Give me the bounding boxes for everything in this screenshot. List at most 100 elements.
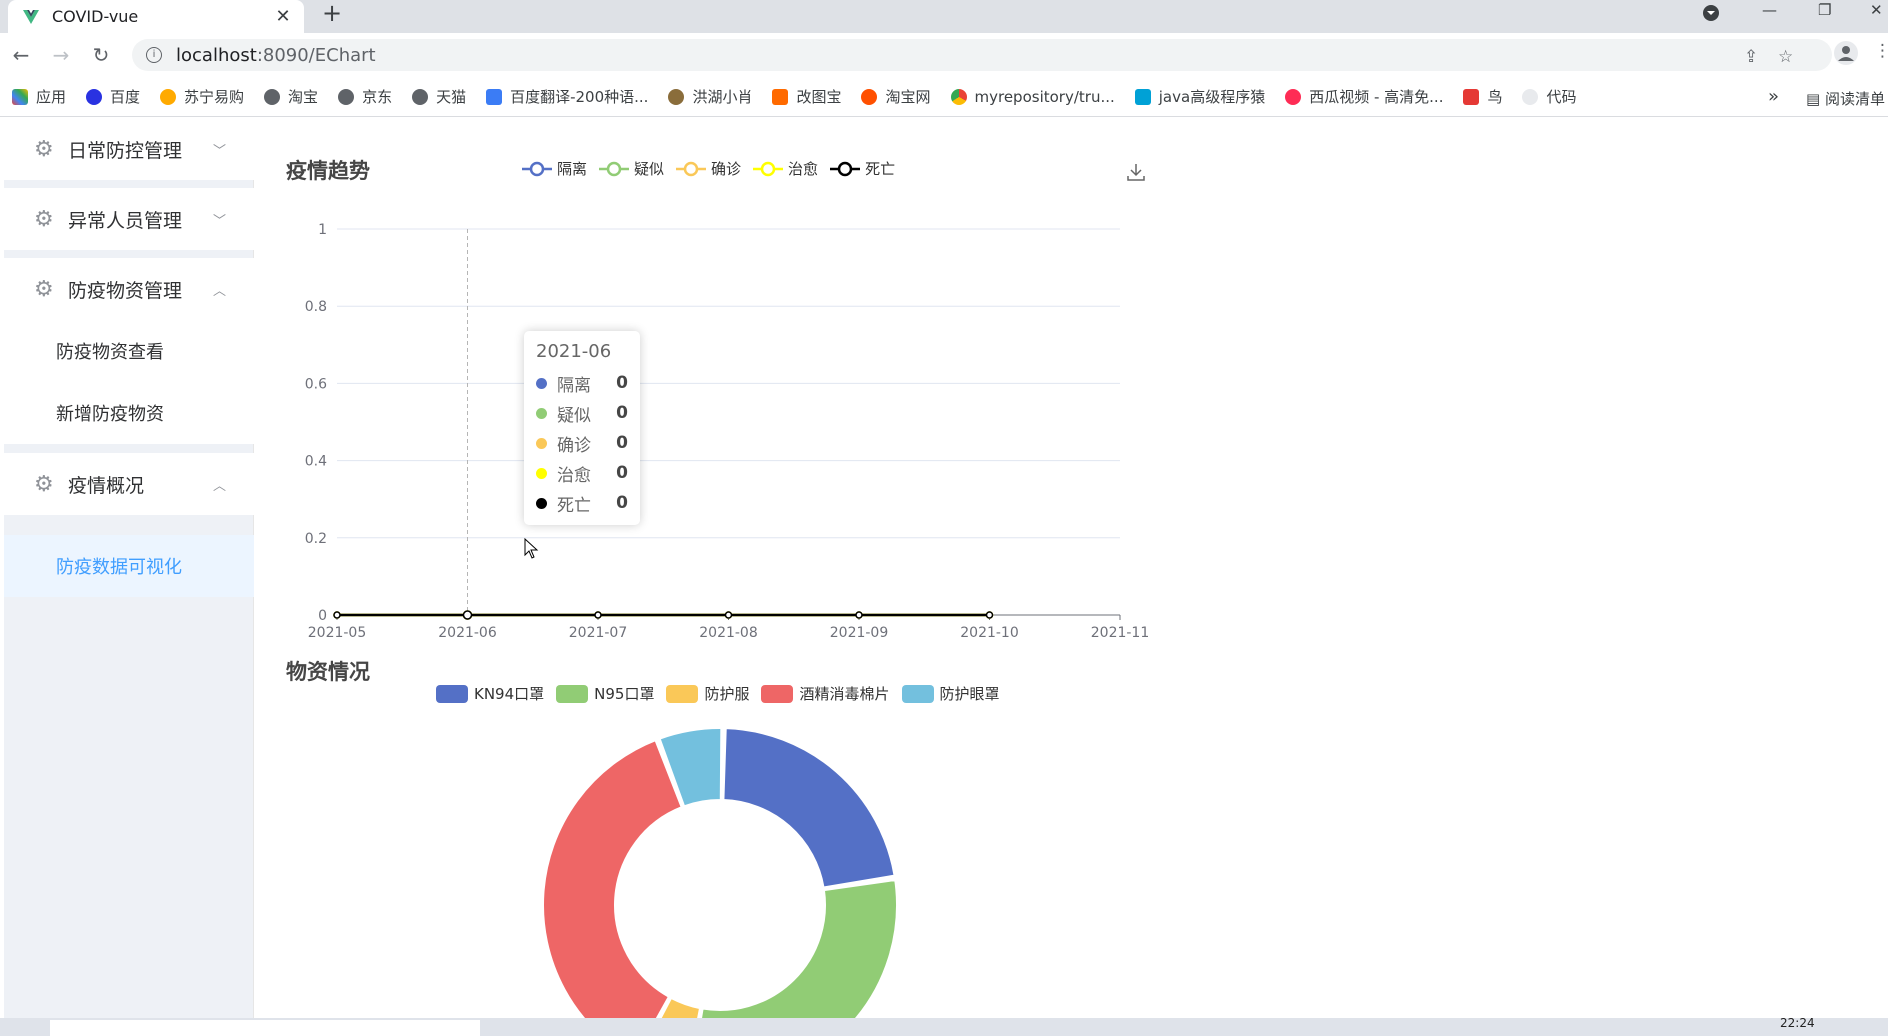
menu-group-abnormal-persons[interactable]: ⚙ 异常人员管理 ﹀: [4, 188, 254, 250]
legend-item[interactable]: KN94口罩: [436, 683, 544, 704]
legend-label: 死亡: [865, 160, 896, 178]
bookmark-gaitubao[interactable]: 改图宝: [772, 86, 841, 107]
supplies-donut-chart: [542, 727, 898, 1018]
os-taskbar: 22:24: [0, 1016, 1888, 1036]
chrome-icon: [950, 88, 967, 105]
close-window-icon[interactable]: ✕: [1870, 0, 1883, 24]
legend-swatch: [666, 684, 699, 703]
url-text: localhost:8090/EChart: [176, 44, 376, 66]
y-tick-label: 0.2: [305, 531, 327, 547]
legend-label: 疑似: [634, 160, 665, 178]
honghu-icon: [668, 88, 685, 105]
x-tick-label: 2021-06: [438, 625, 497, 641]
browser-toolbar: ← → ↻ i localhost:8090/EChart ⇪ ☆ ⋮: [0, 33, 1888, 77]
menu-group-epidemic-overview[interactable]: ⚙ 疫情概况 ︿: [4, 453, 254, 515]
sidebar-item-view-supplies[interactable]: 防疫物资查看: [4, 320, 254, 382]
bookmarks-more-icon[interactable]: »: [1768, 86, 1779, 107]
legend-label: 隔离: [557, 160, 588, 178]
tooltip-row: 治愈 0: [536, 458, 628, 488]
bookmark-honghu[interactable]: 洪湖小肖: [668, 86, 752, 107]
chart-tooltip: 2021-06 隔离 0 疑似 0 确诊 0 治愈 0 死亡 0: [524, 331, 640, 525]
series-dot: [536, 497, 547, 509]
bookmarks-bar: 应用 百度 苏宁易购 淘宝 京东 天猫 百度翻译-200种语... 洪湖小肖 改…: [0, 77, 1888, 117]
supplies-legend: KN94口罩 N95口罩 防护服 酒精消毒棉片 防护眼罩: [436, 683, 1012, 704]
download-icon[interactable]: [1126, 162, 1146, 187]
legend-item[interactable]: 死亡: [830, 158, 895, 179]
gear-icon: ⚙: [34, 276, 54, 302]
bookmark-baidu[interactable]: 百度: [86, 86, 140, 107]
legend-item[interactable]: 疑似: [599, 158, 664, 179]
legend-swatch: [436, 684, 468, 703]
browser-tab[interactable]: COVID-vue ✕: [8, 0, 304, 33]
forward-icon[interactable]: →: [48, 43, 74, 67]
legend-item[interactable]: 酒精消毒棉片: [761, 683, 890, 704]
donut-slice[interactable]: [542, 739, 683, 1018]
legend-label: KN94口罩: [474, 685, 545, 703]
new-tab-button[interactable]: +: [318, 0, 346, 28]
series-point[interactable]: [462, 610, 473, 620]
series-point[interactable]: [855, 611, 863, 619]
legend-label: 防护服: [704, 685, 750, 703]
bookmark-baidu-translate[interactable]: 百度翻译-200种语...: [486, 86, 648, 107]
minimize-icon[interactable]: —: [1762, 0, 1777, 24]
sidebar-item-data-visualization[interactable]: 防疫数据可视化: [4, 535, 254, 597]
bookmark-taobao[interactable]: 淘宝: [264, 86, 318, 107]
taskbar-search[interactable]: [50, 1020, 480, 1036]
reload-icon[interactable]: ↻: [88, 43, 114, 67]
bookmark-tmall[interactable]: 天猫: [412, 86, 466, 107]
gaitubao-icon: [772, 88, 789, 105]
vue-logo-icon: [23, 9, 39, 24]
bookmark-suning[interactable]: 苏宁易购: [160, 86, 244, 107]
chevron-up-icon: ︿: [212, 478, 226, 494]
x-tick-label: 2021-11: [1091, 625, 1150, 641]
legend-item[interactable]: 防护眼罩: [901, 683, 1000, 704]
profile-avatar-icon[interactable]: [1834, 41, 1858, 70]
tooltip-date: 2021-06: [536, 341, 612, 362]
legend-item[interactable]: 隔离: [522, 158, 587, 179]
legend-item[interactable]: 防护服: [666, 683, 749, 704]
tab-search-icon[interactable]: [1702, 4, 1720, 28]
bookmark-code[interactable]: 代码: [1522, 86, 1577, 107]
donut-slice[interactable]: [691, 878, 898, 1018]
bookmark-bird[interactable]: 鸟: [1463, 86, 1502, 107]
bookmark-jd[interactable]: 京东: [338, 86, 392, 107]
info-icon[interactable]: i: [146, 47, 162, 63]
back-icon[interactable]: ←: [8, 43, 34, 67]
code-icon: [1522, 88, 1539, 105]
sidebar-item-add-supplies[interactable]: 新增防疫物资: [4, 382, 254, 444]
series-point[interactable]: [594, 611, 602, 619]
address-bar[interactable]: i localhost:8090/EChart ⇪ ☆: [132, 39, 1832, 71]
series-point[interactable]: [333, 611, 341, 619]
legend-item[interactable]: 确诊: [676, 158, 741, 179]
legend-swatch: [556, 684, 589, 703]
bookmark-myrepository[interactable]: myrepository/tru...: [950, 88, 1115, 106]
restore-icon[interactable]: ❐: [1818, 0, 1831, 24]
close-tab-icon[interactable]: ✕: [272, 6, 294, 27]
reading-list[interactable]: ▤ 阅读清单: [1806, 88, 1885, 109]
menu-group-daily-control[interactable]: ⚙ 日常防控管理 ﹀: [4, 118, 254, 180]
bookmark-taobao-net[interactable]: 淘宝网: [861, 86, 931, 107]
chevron-up-icon: ︿: [212, 283, 226, 299]
series-point[interactable]: [985, 611, 994, 619]
donut-slice[interactable]: [722, 727, 896, 889]
menu-group-supplies[interactable]: ⚙ 防疫物资管理 ︿: [4, 258, 254, 320]
globe-icon: [338, 88, 355, 105]
series-point[interactable]: [724, 611, 733, 619]
bookmark-apps[interactable]: 应用: [12, 86, 66, 107]
y-tick-label: 0.6: [305, 376, 327, 392]
bookmark-java[interactable]: java高级程序猿: [1134, 86, 1265, 107]
bookmark-xigua[interactable]: 西瓜视频 - 高清免...: [1285, 86, 1443, 107]
menu-kebab-icon[interactable]: ⋮: [1874, 41, 1888, 61]
xigua-icon: [1285, 88, 1302, 105]
legend-item[interactable]: N95口罩: [556, 683, 654, 704]
x-tick-label: 2021-05: [308, 625, 367, 641]
legend-line-icon: [676, 161, 707, 176]
legend-item[interactable]: 治愈: [753, 158, 818, 179]
tooltip-row: 隔离 0: [536, 368, 628, 398]
share-icon[interactable]: ⇪: [1744, 47, 1758, 67]
x-tick-label: 2021-08: [699, 625, 758, 641]
bookmark-star-icon[interactable]: ☆: [1778, 47, 1793, 67]
trend-chart-title: 疫情趋势: [286, 159, 370, 183]
gear-icon: ⚙: [34, 136, 54, 162]
translate-icon: [486, 88, 503, 105]
